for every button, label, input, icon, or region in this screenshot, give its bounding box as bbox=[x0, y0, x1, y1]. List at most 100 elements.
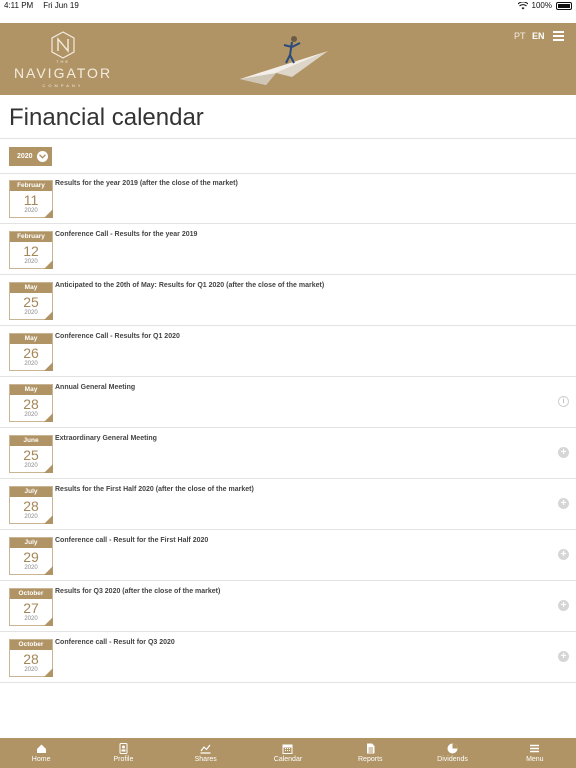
tab-shares[interactable]: Shares bbox=[165, 738, 247, 768]
date-fold bbox=[44, 311, 53, 320]
year-select-value: 2020 bbox=[17, 153, 33, 160]
event-row[interactable]: June 25 2020 Extraordinary General Meeti… bbox=[0, 428, 576, 479]
event-row[interactable]: July 29 2020 Conference call - Result fo… bbox=[0, 530, 576, 581]
date-day: 25 bbox=[23, 294, 39, 310]
profile-icon bbox=[119, 743, 128, 754]
battery-percent: 100% bbox=[531, 1, 552, 10]
date-tile: May 26 2020 bbox=[9, 333, 53, 371]
date-day: 28 bbox=[23, 651, 39, 667]
date-fold bbox=[44, 362, 53, 371]
event-row[interactable]: July 28 2020 Results for the First Half … bbox=[0, 479, 576, 530]
tab-label: Profile bbox=[113, 756, 134, 763]
event-row[interactable]: October 27 2020 Results for Q3 2020 (aft… bbox=[0, 581, 576, 632]
date-day: 28 bbox=[23, 396, 39, 412]
date-month: June bbox=[10, 436, 52, 446]
date-fold bbox=[44, 413, 53, 422]
date-fold bbox=[44, 668, 53, 677]
date-fold bbox=[44, 464, 53, 473]
tab-reports[interactable]: Reports bbox=[329, 738, 411, 768]
event-title: Anticipated to the 20th of May: Results … bbox=[55, 282, 325, 289]
home-icon bbox=[36, 744, 46, 753]
tab-label: Shares bbox=[194, 756, 217, 763]
date-month: July bbox=[10, 487, 52, 497]
date-fold bbox=[44, 260, 53, 269]
document-icon bbox=[366, 743, 375, 754]
date-month: October bbox=[10, 640, 52, 650]
year-select[interactable]: 2020 bbox=[9, 147, 52, 166]
date-day: 11 bbox=[23, 192, 39, 208]
info-icon[interactable]: i bbox=[558, 396, 569, 407]
tab-dividends[interactable]: Dividends bbox=[411, 738, 493, 768]
logo-word: NAVIGATOR bbox=[13, 65, 113, 81]
event-title: Conference Call - Results for the year 2… bbox=[55, 231, 198, 238]
paper-plane-illustration bbox=[240, 36, 328, 85]
language-pt-link[interactable]: PT bbox=[514, 31, 526, 41]
divider bbox=[0, 138, 576, 139]
navigator-logo[interactable]: THE NAVIGATOR COMPANY bbox=[8, 29, 118, 89]
date-tile: June 25 2020 bbox=[9, 435, 53, 473]
pie-icon bbox=[447, 743, 458, 754]
tab-home[interactable]: Home bbox=[0, 738, 82, 768]
date-month: May bbox=[10, 385, 52, 395]
tab-label: Dividends bbox=[437, 756, 468, 763]
date-day: 29 bbox=[23, 549, 39, 565]
hamburger-menu-icon[interactable] bbox=[553, 31, 564, 41]
event-row[interactable]: February 11 2020 Results for the year 20… bbox=[0, 173, 576, 224]
date-tile: October 27 2020 bbox=[9, 588, 53, 626]
event-title: Results for Q3 2020 (after the close of … bbox=[55, 588, 221, 595]
tab-calendar[interactable]: Calendar bbox=[247, 738, 329, 768]
event-title: Results for the First Half 2020 (after t… bbox=[55, 486, 254, 493]
chart-icon bbox=[200, 744, 211, 754]
event-row[interactable]: May 28 2020 Annual General Meeting i bbox=[0, 377, 576, 428]
logo-mark-icon bbox=[51, 31, 75, 59]
chevron-down-icon bbox=[37, 151, 48, 162]
battery-icon bbox=[556, 1, 572, 10]
event-row[interactable]: May 26 2020 Conference Call - Results fo… bbox=[0, 326, 576, 377]
status-date: Fri Jun 19 bbox=[43, 1, 79, 10]
add-to-calendar-icon[interactable]: + bbox=[558, 498, 569, 509]
event-row[interactable]: October 28 2020 Conference call - Result… bbox=[0, 632, 576, 683]
date-tile: October 28 2020 bbox=[9, 639, 53, 677]
event-title: Conference Call - Results for Q1 2020 bbox=[55, 333, 180, 340]
date-tile: February 12 2020 bbox=[9, 231, 53, 269]
date-day: 27 bbox=[23, 600, 39, 616]
date-day: 25 bbox=[23, 447, 39, 463]
event-title: Extraordinary General Meeting bbox=[55, 435, 157, 442]
date-fold bbox=[44, 209, 53, 218]
date-fold bbox=[44, 566, 53, 575]
add-to-calendar-icon[interactable]: + bbox=[558, 447, 569, 458]
logo-sub: COMPANY bbox=[42, 83, 84, 88]
date-month: February bbox=[10, 181, 52, 191]
date-tile: July 28 2020 bbox=[9, 486, 53, 524]
date-tile: July 29 2020 bbox=[9, 537, 53, 575]
app-header: THE NAVIGATOR COMPANY PT EN bbox=[0, 23, 576, 95]
tab-bar: Home Profile Shares Calendar Reports Div… bbox=[0, 738, 576, 768]
logo-the: THE bbox=[56, 59, 70, 64]
date-tile: May 28 2020 bbox=[9, 384, 53, 422]
status-bar: 4:11 PM Fri Jun 19 100% bbox=[0, 0, 576, 12]
status-time: 4:11 PM bbox=[4, 1, 34, 10]
event-title: Results for the year 2019 (after the clo… bbox=[55, 180, 238, 187]
add-to-calendar-icon[interactable]: + bbox=[558, 651, 569, 662]
menu-icon bbox=[530, 744, 540, 753]
page-title: Financial calendar bbox=[9, 104, 204, 131]
tab-profile[interactable]: Profile bbox=[82, 738, 164, 768]
add-to-calendar-icon[interactable]: + bbox=[558, 600, 569, 611]
language-en-link[interactable]: EN bbox=[532, 31, 545, 41]
event-title: Annual General Meeting bbox=[55, 384, 136, 391]
tab-menu[interactable]: Menu bbox=[494, 738, 576, 768]
date-month: July bbox=[10, 538, 52, 548]
date-fold bbox=[44, 515, 53, 524]
date-day: 26 bbox=[23, 345, 39, 361]
date-month: October bbox=[10, 589, 52, 599]
event-row[interactable]: February 12 2020 Conference Call - Resul… bbox=[0, 224, 576, 275]
date-fold bbox=[44, 617, 53, 626]
date-day: 12 bbox=[23, 243, 39, 259]
date-month: February bbox=[10, 232, 52, 242]
event-row[interactable]: May 25 2020 Anticipated to the 20th of M… bbox=[0, 275, 576, 326]
tab-label: Menu bbox=[526, 756, 544, 763]
wifi-icon bbox=[517, 1, 528, 9]
add-to-calendar-icon[interactable]: + bbox=[558, 549, 569, 560]
event-title: Conference call - Result for the First H… bbox=[55, 537, 209, 544]
tab-label: Calendar bbox=[273, 756, 303, 763]
